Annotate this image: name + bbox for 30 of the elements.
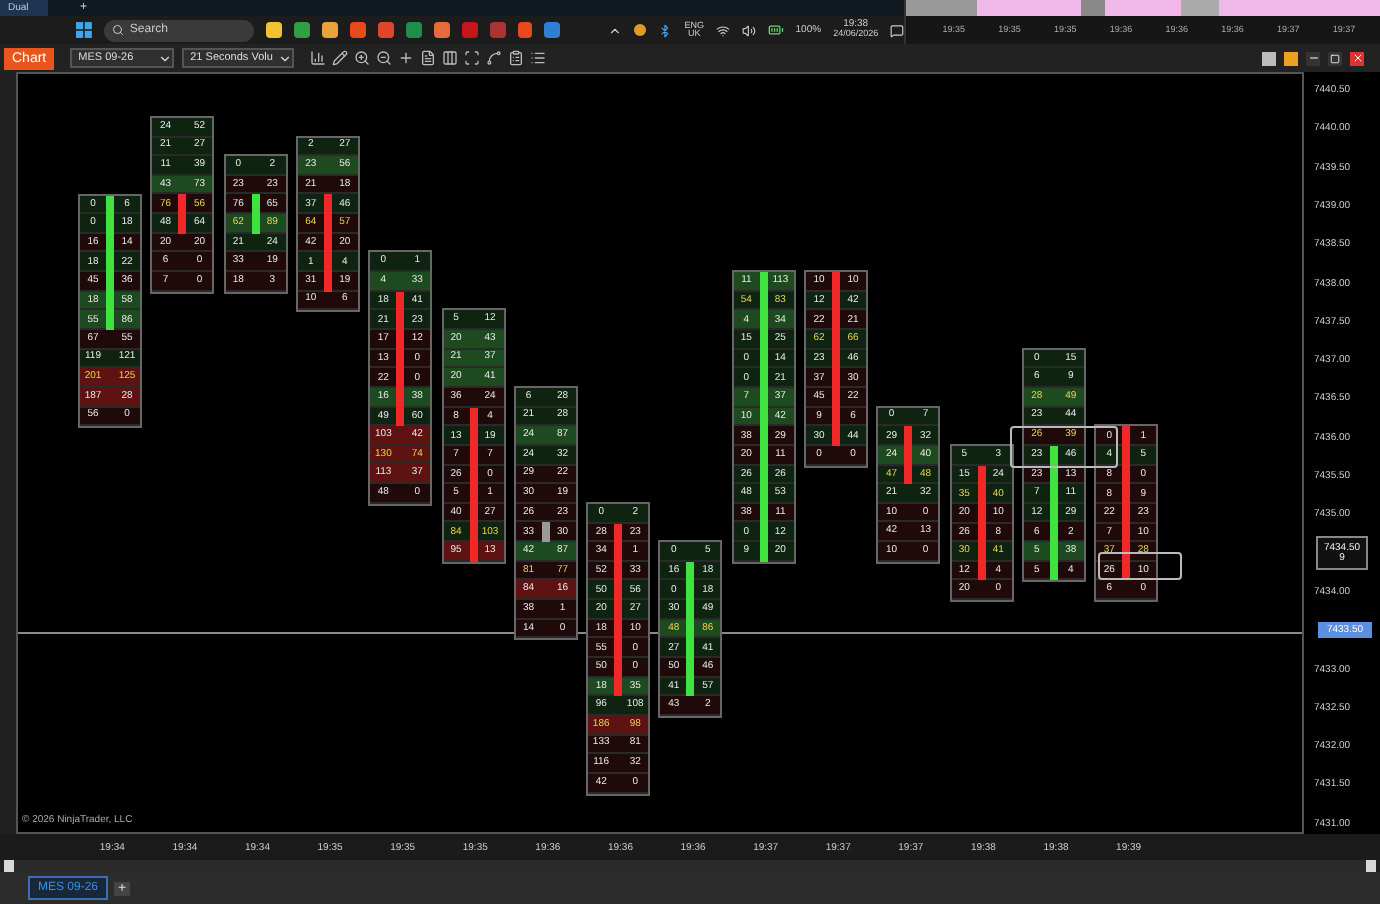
close-button[interactable] <box>1350 51 1364 65</box>
crosshair-icon[interactable] <box>398 50 415 66</box>
rectangle-outline[interactable] <box>1098 552 1182 580</box>
clipboard-icon[interactable] <box>508 50 525 66</box>
restore-icon <box>1330 53 1340 63</box>
line-chart-icon[interactable] <box>486 50 503 66</box>
pencil-icon[interactable] <box>332 50 349 66</box>
restore-button[interactable] <box>1328 51 1342 65</box>
circle-icon[interactable] <box>634 24 647 36</box>
list-icon[interactable] <box>530 50 547 66</box>
close-icon <box>1351 52 1363 64</box>
columns-icon[interactable] <box>442 50 459 66</box>
wifi-icon[interactable] <box>715 23 730 37</box>
chevron-down-icon <box>278 51 293 65</box>
chevron-up-icon[interactable] <box>608 23 623 37</box>
windows-icon[interactable] <box>76 22 92 38</box>
notification-icon[interactable] <box>890 23 905 37</box>
bluetooth-icon[interactable] <box>658 23 673 37</box>
frame-icon[interactable] <box>464 50 481 66</box>
speaker-icon[interactable] <box>741 23 756 37</box>
minimize-icon <box>1307 52 1319 64</box>
zoom-in-icon[interactable] <box>354 50 371 66</box>
search-icon <box>111 24 124 36</box>
rectangle-outline[interactable] <box>1010 426 1118 468</box>
battery-icon[interactable] <box>767 22 784 38</box>
chevron-down-icon <box>158 51 173 65</box>
document-icon[interactable] <box>420 50 437 66</box>
minimize-button[interactable] <box>1306 51 1320 65</box>
zoom-out-icon[interactable] <box>376 50 393 66</box>
bars-icon[interactable] <box>310 50 327 66</box>
